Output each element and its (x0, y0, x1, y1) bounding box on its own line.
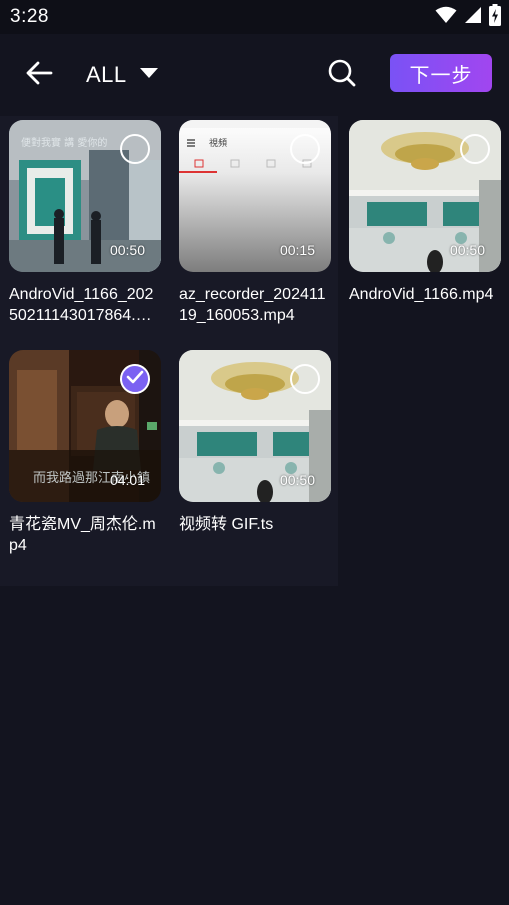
video-name: 青花瓷MV_周杰伦.mp4 (9, 516, 156, 554)
video-name: AndroVid_1166_20250211143017864.mp4 (9, 286, 158, 324)
search-icon (327, 58, 357, 93)
video-name: 视频转 GIF.ts (179, 516, 274, 533)
select-checkbox[interactable] (290, 364, 320, 394)
select-checkbox-checked[interactable] (120, 364, 150, 394)
video-item[interactable]: 視頻 00:15 az_recorder_20241119_160053.mp4 (179, 120, 331, 326)
filter-label: ALL (86, 62, 127, 87)
status-bar: 3:28 (0, 0, 509, 34)
thumbnail-overlay-text: 便對我實 講 愛你的 (21, 136, 107, 149)
video-name: AndroVid_1166.mp4 (349, 286, 494, 303)
video-item[interactable]: 便對我實 講 愛你的 00:50 AndroVid_1166_202502111… (9, 120, 161, 326)
status-icons (435, 3, 501, 31)
video-item[interactable]: 00:50 视频转 GIF.ts (179, 350, 331, 535)
video-thumbnail[interactable]: 便對我實 講 愛你的 00:50 (9, 120, 161, 272)
video-duration: 00:50 (449, 242, 485, 258)
video-name: az_recorder_20241119_160053.mp4 (179, 286, 326, 324)
top-bar: ALL 下一步 (0, 34, 509, 116)
search-button[interactable] (325, 58, 359, 92)
signal-icon (464, 6, 482, 29)
next-step-button[interactable]: 下一步 (390, 54, 492, 92)
thumbnail-overlay-text: 視頻 (209, 137, 227, 149)
video-item[interactable]: 00:50 AndroVid_1166.mp4 (349, 120, 501, 305)
filter-dropdown[interactable]: ALL (86, 58, 159, 92)
caret-down-icon (139, 66, 159, 84)
video-duration: 00:15 (279, 242, 315, 258)
video-duration: 00:50 (109, 242, 145, 258)
video-thumbnail[interactable]: 00:50 (179, 350, 331, 502)
video-item[interactable]: 而我路過那江南小鎮 04:01 青花瓷MV_周杰伦.mp4 (9, 350, 161, 556)
video-duration: 04:01 (109, 472, 145, 488)
select-checkbox[interactable] (120, 134, 150, 164)
status-time: 3:28 (10, 6, 49, 27)
video-duration: 00:50 (279, 472, 315, 488)
arrow-left-icon (25, 61, 53, 90)
video-thumbnail[interactable]: 而我路過那江南小鎮 04:01 (9, 350, 161, 502)
select-checkbox[interactable] (290, 134, 320, 164)
video-thumbnail[interactable]: 00:50 (349, 120, 501, 272)
checkmark-icon (126, 370, 144, 389)
select-checkbox[interactable] (460, 134, 490, 164)
battery-charging-icon (489, 3, 501, 31)
wifi-icon (435, 6, 457, 29)
video-thumbnail[interactable]: 視頻 00:15 (179, 120, 331, 272)
back-button[interactable] (22, 58, 56, 92)
video-picker-screen: 3:28 ALL 下一步 便對我實 講 愛你的 00:50 AndroVid_1… (0, 0, 509, 905)
